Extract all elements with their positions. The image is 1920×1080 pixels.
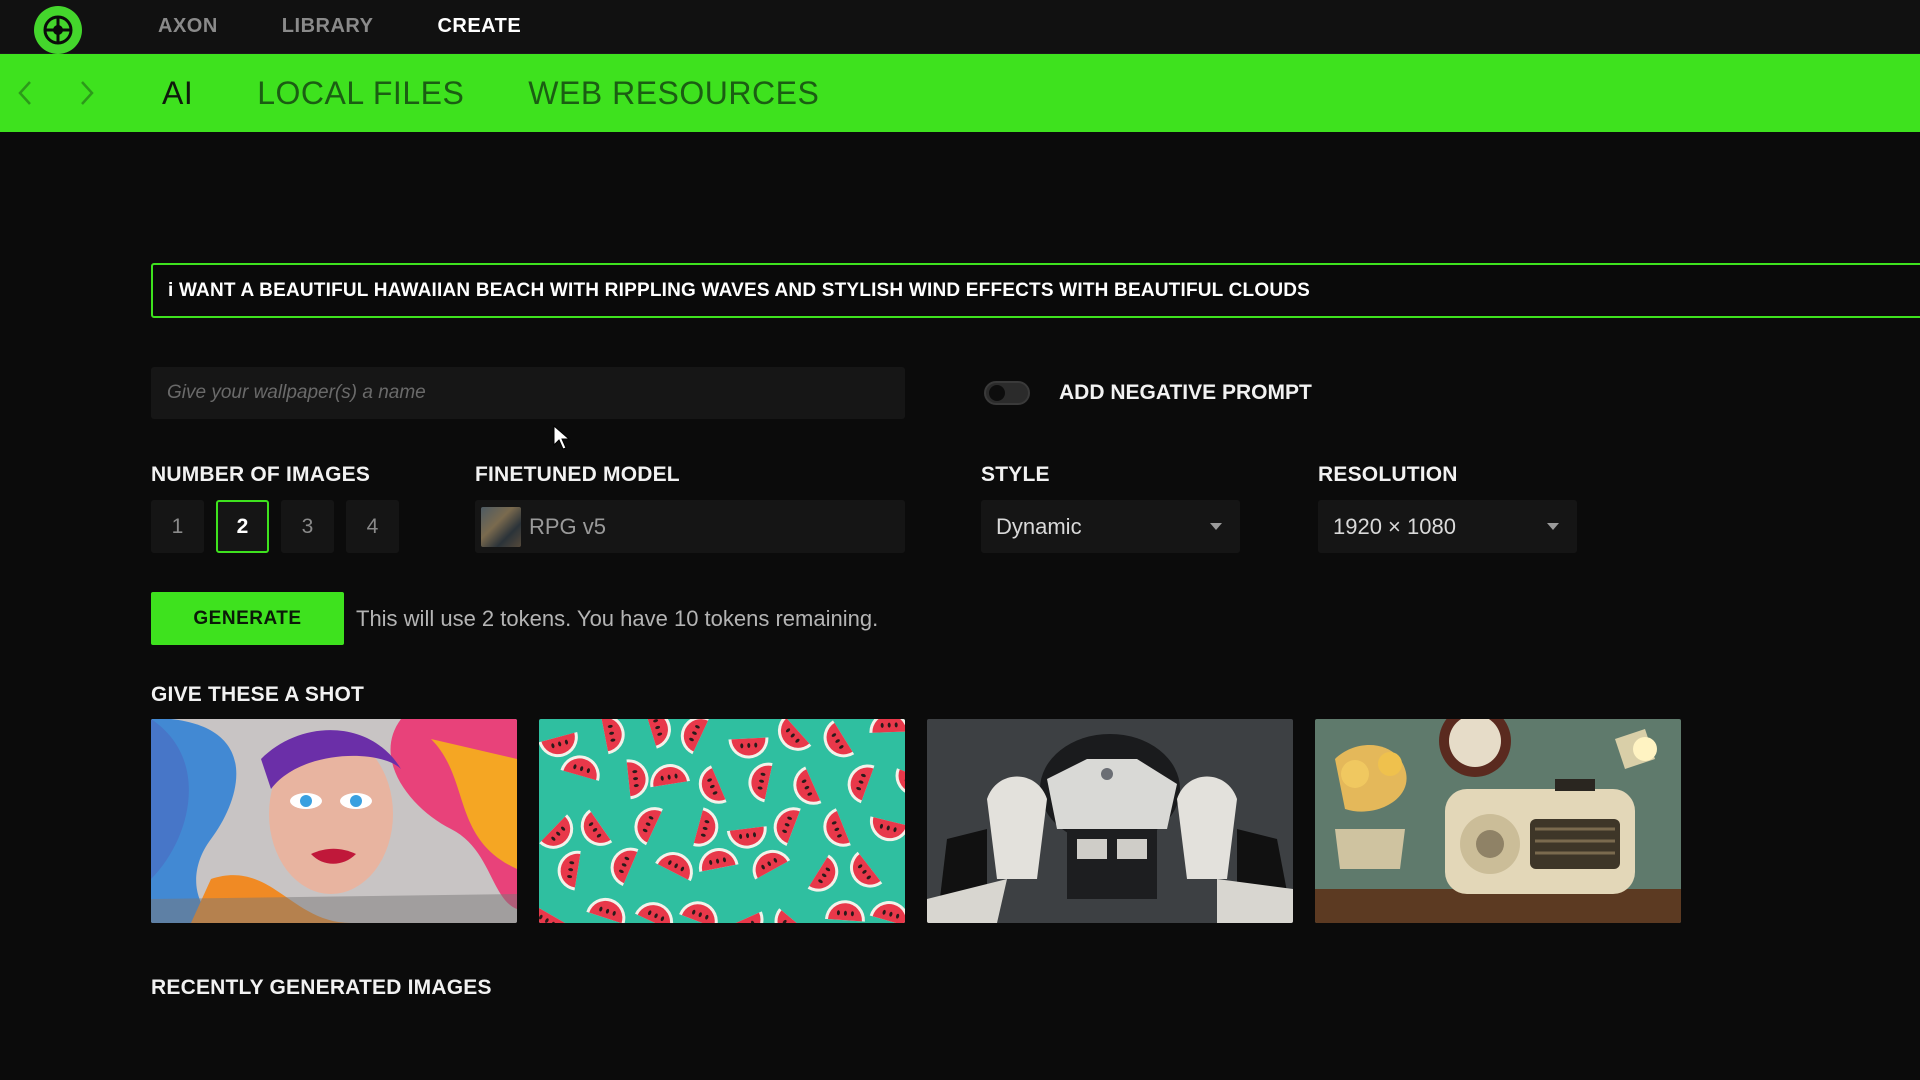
app-logo-icon[interactable] xyxy=(34,6,82,54)
number-of-images-label: NUMBER OF IMAGES xyxy=(151,463,371,486)
sub-tabs: AI LOCAL FILES WEB RESOURCES xyxy=(162,54,819,132)
negative-prompt-label: ADD NEGATIVE PROMPT xyxy=(1059,381,1312,404)
nav-create[interactable]: CREATE xyxy=(437,15,521,38)
generate-button[interactable]: GENERATE xyxy=(151,592,344,645)
finetuned-model-select[interactable]: RPG v5 xyxy=(475,500,905,553)
number-of-images-selector: 1 2 3 4 xyxy=(151,500,399,553)
resolution-value: 1920 × 1080 xyxy=(1333,513,1456,539)
finetuned-model-value: RPG v5 xyxy=(529,513,607,539)
top-nav: AXON LIBRARY CREATE xyxy=(158,0,521,53)
toggle-knob xyxy=(989,385,1005,401)
style-label: STYLE xyxy=(981,463,1050,486)
style-chevron-down-icon xyxy=(1210,523,1222,530)
style-value: Dynamic xyxy=(996,513,1082,539)
tab-local-files[interactable]: LOCAL FILES xyxy=(257,75,464,112)
recent-images-title: RECENTLY GENERATED IMAGES xyxy=(151,976,492,999)
robot-mech-image[interactable] xyxy=(927,719,1293,923)
resolution-select[interactable]: 1920 × 1080 xyxy=(1318,500,1577,553)
top-navigation-bar: AXON LIBRARY CREATE xyxy=(0,0,1920,54)
resolution-label: RESOLUTION xyxy=(1318,463,1458,486)
prompt-input[interactable]: i WANT A BEAUTIFUL HAWAIIAN BEACH WITH R… xyxy=(151,263,1920,318)
graffiti-woman-image[interactable] xyxy=(151,719,517,923)
suggestions-grid xyxy=(151,719,1681,923)
style-select[interactable]: Dynamic xyxy=(981,500,1240,553)
suggestions-title: GIVE THESE A SHOT xyxy=(151,683,365,706)
vintage-radio-image[interactable] xyxy=(1315,719,1681,923)
resolution-chevron-down-icon xyxy=(1547,523,1559,530)
negative-prompt-toggle[interactable] xyxy=(984,381,1030,405)
num-option-1[interactable]: 1 xyxy=(151,500,204,553)
finetuned-model-label: FINETUNED MODEL xyxy=(475,463,680,486)
tab-ai[interactable]: AI xyxy=(162,75,193,112)
watermelon-pattern-image[interactable] xyxy=(539,719,905,923)
nav-library[interactable]: LIBRARY xyxy=(282,15,374,38)
mouse-cursor-icon xyxy=(553,424,571,456)
model-thumbnail-image xyxy=(481,506,521,547)
token-info-text: This will use 2 tokens. You have 10 toke… xyxy=(356,606,879,631)
num-option-4[interactable]: 4 xyxy=(346,500,399,553)
back-arrow-icon[interactable] xyxy=(10,76,40,110)
forward-arrow-icon[interactable] xyxy=(72,76,102,110)
prompt-text: i WANT A BEAUTIFUL HAWAIIAN BEACH WITH R… xyxy=(168,279,1311,301)
tab-web-resources[interactable]: WEB RESOURCES xyxy=(528,75,819,112)
num-option-3[interactable]: 3 xyxy=(281,500,334,553)
num-option-2[interactable]: 2 xyxy=(216,500,269,553)
sub-navigation-bar: AI LOCAL FILES WEB RESOURCES xyxy=(0,54,1920,132)
wallpaper-name-input[interactable] xyxy=(151,367,905,419)
nav-axon[interactable]: AXON xyxy=(158,15,218,38)
